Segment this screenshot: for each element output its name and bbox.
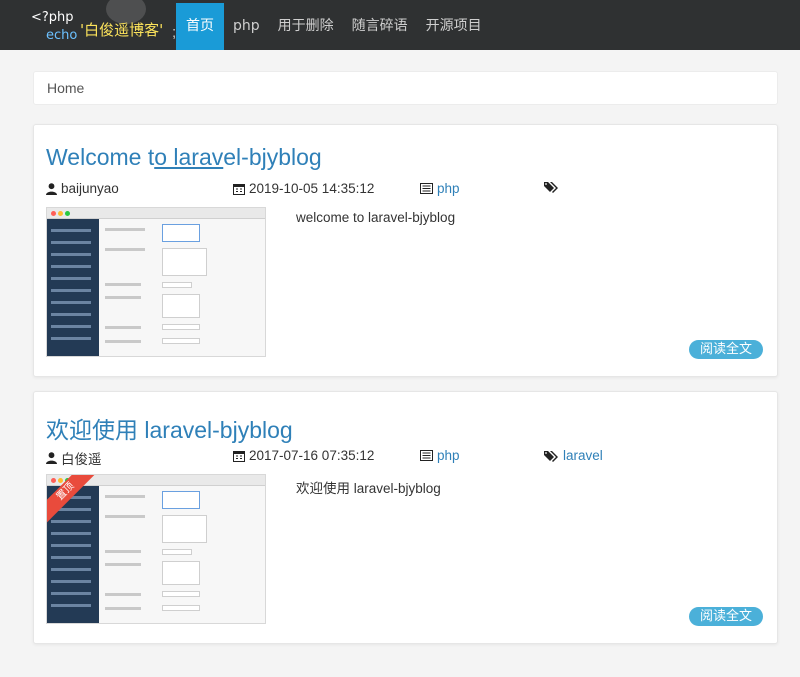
thumb-sidebar-row	[51, 532, 91, 535]
thumb-sidebar-row	[51, 301, 91, 304]
logo-site-name: '白俊遥博客'	[80, 21, 164, 39]
breadcrumb-home[interactable]: Home	[47, 80, 84, 96]
list-icon	[420, 450, 433, 461]
thumb-sidebar-row	[51, 277, 91, 280]
thumb-sidebar-row	[51, 604, 91, 607]
article-category: php	[420, 448, 460, 463]
thumb-form-box	[162, 591, 200, 597]
read-more-button[interactable]: 阅读全文	[688, 340, 763, 359]
thumb-sidebar-row	[51, 265, 91, 268]
thumb-form-row	[105, 550, 141, 553]
thumb-dot	[51, 211, 56, 216]
article-title-end: el-bjyblog	[223, 144, 322, 170]
thumb-dot	[65, 211, 70, 216]
article-excerpt: welcome to laravel-bjyblog	[296, 210, 456, 225]
thumb-form-row	[105, 228, 145, 231]
thumb-form-box	[162, 491, 200, 509]
thumb-sidebar-row	[51, 253, 91, 256]
main-nav: 首页 php 用于删除 随言碎语 开源项目	[176, 3, 491, 50]
thumb-form-box	[162, 561, 200, 585]
author-name: 白俊遥	[61, 452, 102, 467]
article-author: baijunyao	[46, 181, 119, 196]
tags-icon	[544, 182, 558, 193]
thumb-form-row	[105, 607, 141, 610]
tag-link[interactable]: laravel	[563, 448, 603, 463]
article-title[interactable]: Welcome to laravel-bjyblog	[46, 144, 322, 171]
article-tags: laravel	[544, 448, 603, 463]
thumb-form-box	[162, 549, 192, 555]
thumb-dot	[58, 211, 63, 216]
nav-item-delete[interactable]: 用于删除	[269, 3, 343, 50]
read-more-button[interactable]: 阅读全文	[688, 607, 763, 626]
thumb-form-row	[105, 495, 145, 498]
calendar-icon	[233, 450, 245, 462]
thumb-form-row	[105, 296, 141, 299]
article-excerpt: 欢迎使用 laravel-bjyblog	[296, 481, 441, 496]
thumb-sidebar-row	[51, 568, 91, 571]
thumb-form-row	[105, 563, 141, 566]
logo-php-text: <?php	[31, 10, 74, 25]
article-thumbnail[interactable]	[46, 207, 266, 357]
list-icon	[420, 183, 433, 194]
category-link[interactable]: php	[437, 181, 460, 196]
thumb-form-box	[162, 515, 207, 543]
thumb-sidebar	[47, 219, 99, 356]
thumb-form-box	[162, 338, 200, 344]
thumb-sidebar-row	[51, 544, 91, 547]
thumb-form-box	[162, 224, 200, 242]
article-card: 欢迎使用 laravel-bjyblog 白俊遥 2017-07-16 07:3…	[33, 391, 778, 644]
thumb-dot	[51, 478, 56, 483]
date-text: 2019-10-05 14:35:12	[249, 181, 375, 196]
thumb-form-row	[105, 515, 145, 518]
thumb-browser-bar	[47, 208, 265, 219]
user-icon	[46, 182, 57, 195]
breadcrumb: Home	[33, 71, 778, 105]
thumb-sidebar-row	[51, 229, 91, 232]
thumb-form-box	[162, 294, 200, 318]
thumb-form-row	[105, 326, 141, 329]
article-category: php	[420, 181, 460, 196]
logo-echo-text: echo	[46, 28, 78, 43]
nav-item-chat[interactable]: 随言碎语	[343, 3, 417, 50]
nav-item-php[interactable]: php	[224, 3, 269, 50]
author-name: baijunyao	[61, 181, 119, 196]
thumb-form-row	[105, 283, 141, 286]
article-thumbnail[interactable]: 置顶	[46, 474, 266, 624]
calendar-icon	[233, 183, 245, 195]
thumb-sidebar-row	[51, 520, 91, 523]
thumb-form-box	[162, 605, 200, 611]
thumb-sidebar-row	[51, 289, 91, 292]
date-text: 2017-07-16 07:35:12	[249, 448, 375, 463]
article-title-underlined: o larav	[154, 144, 224, 170]
thumb-form-row	[105, 248, 145, 251]
article-tags	[544, 181, 563, 193]
thumb-sidebar-row	[51, 325, 91, 328]
article-author: 白俊遥	[46, 448, 102, 468]
thumb-sidebar-row	[51, 592, 91, 595]
user-icon	[46, 452, 57, 464]
tags-icon	[544, 450, 558, 462]
navbar: <?php echo '白俊遥博客' ; 首页 php 用于删除 随言碎语 开源…	[0, 0, 800, 50]
thumb-sidebar-row	[51, 313, 91, 316]
nav-item-home[interactable]: 首页	[176, 3, 224, 50]
thumb-sidebar-row	[51, 580, 91, 583]
thumb-form-row	[105, 593, 141, 596]
thumb-dot	[58, 478, 63, 483]
thumb-form-box	[162, 324, 200, 330]
thumb-sidebar-row	[51, 241, 91, 244]
thumb-form-box	[162, 282, 192, 288]
nav-item-open-source[interactable]: 开源项目	[417, 3, 491, 50]
thumb-form-row	[105, 340, 141, 343]
thumb-sidebar-row	[51, 556, 91, 559]
article-title[interactable]: 欢迎使用 laravel-bjyblog	[46, 411, 293, 445]
category-link[interactable]: php	[437, 448, 460, 463]
article-title-start: Welcome t	[46, 144, 155, 170]
article-date: 2017-07-16 07:35:12	[233, 448, 374, 463]
thumb-sidebar-row	[51, 337, 91, 340]
site-logo[interactable]: <?php echo '白俊遥博客' ;	[28, 0, 178, 48]
thumb-form-box	[162, 248, 207, 276]
article-card: Welcome to laravel-bjyblog baijunyao 201…	[33, 124, 778, 377]
article-date: 2019-10-05 14:35:12	[233, 181, 374, 196]
